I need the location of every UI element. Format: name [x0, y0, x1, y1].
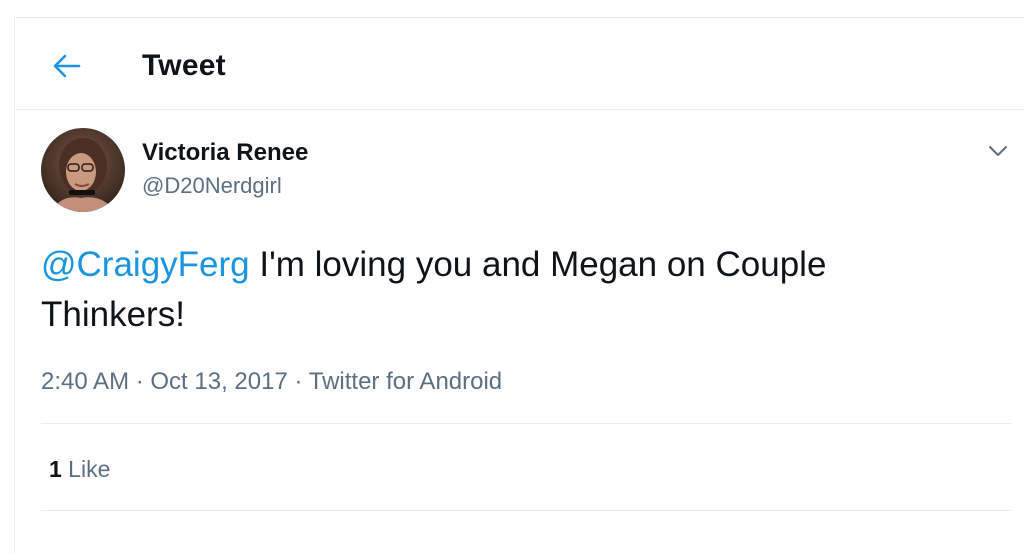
back-button[interactable]	[45, 46, 89, 86]
author-name[interactable]: Victoria Renee	[142, 138, 308, 168]
author-handle[interactable]: @D20Nerdgirl	[142, 171, 282, 201]
page-header: Tweet	[15, 18, 1024, 110]
more-options-button[interactable]	[983, 136, 1013, 166]
tweet-page: Tweet Victoria Renee @D20Nerdgirl @Craig…	[14, 17, 1024, 553]
divider	[41, 510, 1011, 511]
chevron-down-icon	[989, 146, 1007, 156]
page-title: Tweet	[142, 49, 226, 82]
tweet-time[interactable]: 2:40 AM	[41, 368, 129, 395]
avatar-image	[41, 128, 125, 212]
meta-separator: ·	[287, 368, 309, 395]
arrow-left-icon	[53, 54, 81, 78]
tweet-text: @CraigyFerg I'm loving you and Megan on …	[41, 240, 971, 340]
avatar[interactable]	[41, 128, 125, 212]
divider	[41, 423, 1011, 424]
tweet-date[interactable]: Oct 13, 2017	[150, 368, 287, 395]
meta-separator: ·	[129, 368, 151, 395]
tweet-source[interactable]: Twitter for Android	[309, 368, 502, 395]
likes-label: Like	[61, 456, 111, 482]
likes-count: 1	[49, 456, 62, 482]
mention-link[interactable]: @CraigyFerg	[41, 245, 250, 284]
tweet-metadata: 2:40 AM · Oct 13, 2017 · Twitter for And…	[41, 366, 502, 398]
likes-link[interactable]: 1 Like	[49, 454, 110, 484]
